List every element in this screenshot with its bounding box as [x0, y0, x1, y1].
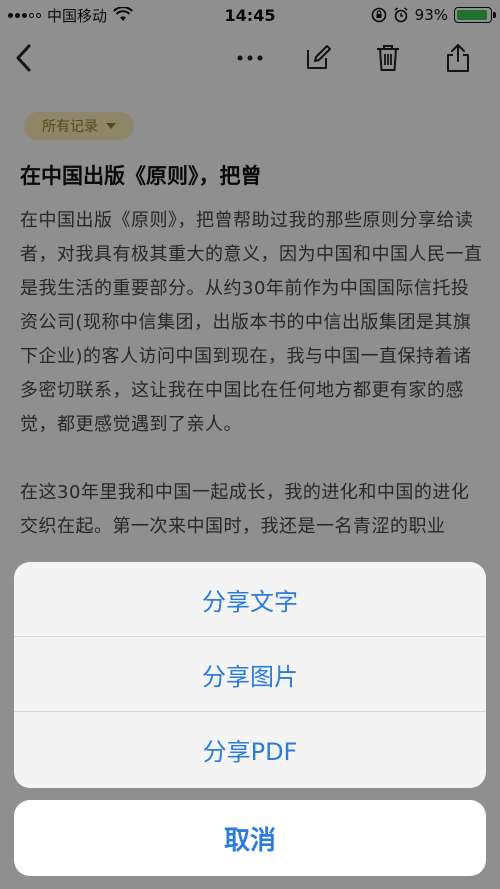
share-pdf-button[interactable]: 分享PDF [14, 712, 486, 787]
cancel-button[interactable]: 取消 [14, 800, 486, 876]
share-image-button[interactable]: 分享图片 [14, 637, 486, 712]
share-text-button[interactable]: 分享文字 [14, 562, 486, 637]
share-action-sheet: 分享文字 分享图片 分享PDF [14, 562, 486, 788]
